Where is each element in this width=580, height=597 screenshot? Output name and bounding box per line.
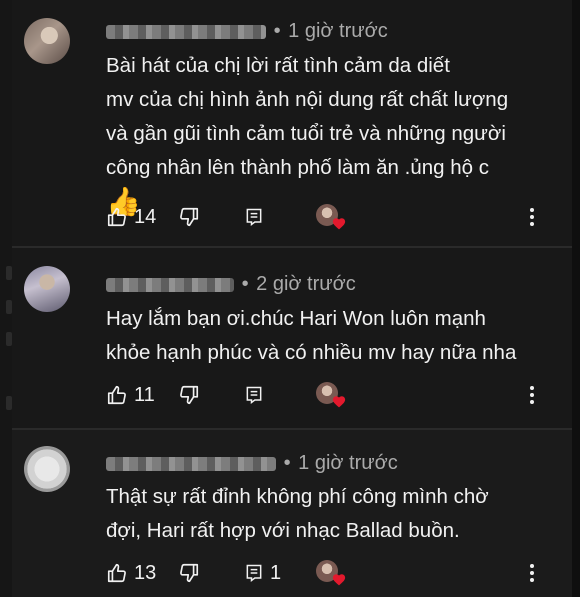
comment-line: Bài hát của chị lời rất tình cảm da diết [106, 54, 450, 77]
comment-meta: • 2 giờ trước [106, 273, 356, 296]
meta-separator: • [273, 20, 281, 42]
dislike-button[interactable] [178, 381, 200, 409]
more-vertical-icon [530, 208, 534, 226]
comment-line: đợi, Hari rất hợp với nhạc Ballad buồn. [106, 519, 460, 542]
more-options-button[interactable] [522, 559, 542, 587]
comment-actions: 11 [106, 381, 556, 409]
thumbs-up-icon [107, 207, 126, 227]
comment-time[interactable]: 1 giờ trước [288, 20, 388, 42]
creator-heart-icon [316, 204, 346, 230]
comment-line: công nhân lên thành phố làm ăn .ủng hộ c [106, 156, 489, 179]
like-count: 11 [134, 383, 155, 406]
reply-icon [246, 564, 262, 582]
comment-time[interactable]: 2 giờ trước [256, 273, 356, 295]
author-name[interactable] [106, 456, 276, 471]
reply-icon [246, 208, 262, 226]
thumbs-up-icon [107, 385, 126, 405]
reply-icon [246, 386, 262, 404]
dislike-button[interactable] [178, 559, 200, 587]
comment-meta: • 1 giờ trước [106, 20, 388, 43]
avatar[interactable] [24, 18, 70, 64]
comment-text: Hay lắm bạn ơi.chúc Hari Won luôn mạnh k… [106, 302, 546, 370]
creator-heart-icon [316, 382, 346, 408]
reply-button[interactable] [244, 203, 270, 231]
like-button[interactable]: 11 [106, 381, 155, 409]
more-options-button[interactable] [522, 203, 542, 231]
author-name[interactable] [106, 24, 266, 39]
more-vertical-icon [530, 386, 534, 404]
comment-text: Thật sự rất đỉnh không phí công mình chờ… [106, 480, 546, 548]
comment-meta: • 1 giờ trước [106, 452, 398, 475]
comment-line: khỏe hạnh phúc và có nhiều mv hay nữa nh… [106, 341, 517, 364]
comment-line: mv của chị hình ảnh nội dung rất chất lư… [106, 88, 509, 111]
more-vertical-icon [530, 564, 534, 582]
like-button[interactable]: 14 [106, 203, 156, 231]
thumbs-down-icon [180, 207, 199, 227]
avatar[interactable] [24, 266, 70, 312]
dislike-button[interactable] [178, 203, 200, 231]
comment-line: Hay lắm bạn ơi.chúc Hari Won luôn mạnh [106, 307, 486, 330]
meta-separator: • [283, 452, 291, 474]
creator-heart-icon [316, 560, 346, 586]
comment-line: Thật sự rất đỉnh không phí công mình chờ [106, 485, 489, 508]
more-options-button[interactable] [522, 381, 542, 409]
meta-separator: • [241, 273, 249, 295]
reply-count: 1 [270, 561, 282, 584]
author-name[interactable] [106, 277, 234, 292]
reply-button[interactable] [244, 381, 270, 409]
thumbs-down-icon [180, 385, 199, 405]
thumbs-down-icon [180, 563, 199, 583]
like-button[interactable]: 13 [106, 559, 156, 587]
like-count: 14 [134, 205, 157, 228]
comment-time[interactable]: 1 giờ trước [298, 452, 398, 474]
thumbs-up-icon [107, 563, 126, 583]
comment-actions: 14 [106, 203, 556, 231]
reply-button[interactable]: 1 [244, 559, 281, 587]
like-count: 13 [134, 561, 157, 584]
avatar[interactable] [24, 446, 70, 492]
comment-actions: 13 1 [106, 559, 556, 587]
comment-line: và gần gũi tình cảm tuổi trẻ và những ng… [106, 122, 506, 145]
comment-text: Bài hát của chị lời rất tình cảm da diết… [106, 49, 546, 219]
